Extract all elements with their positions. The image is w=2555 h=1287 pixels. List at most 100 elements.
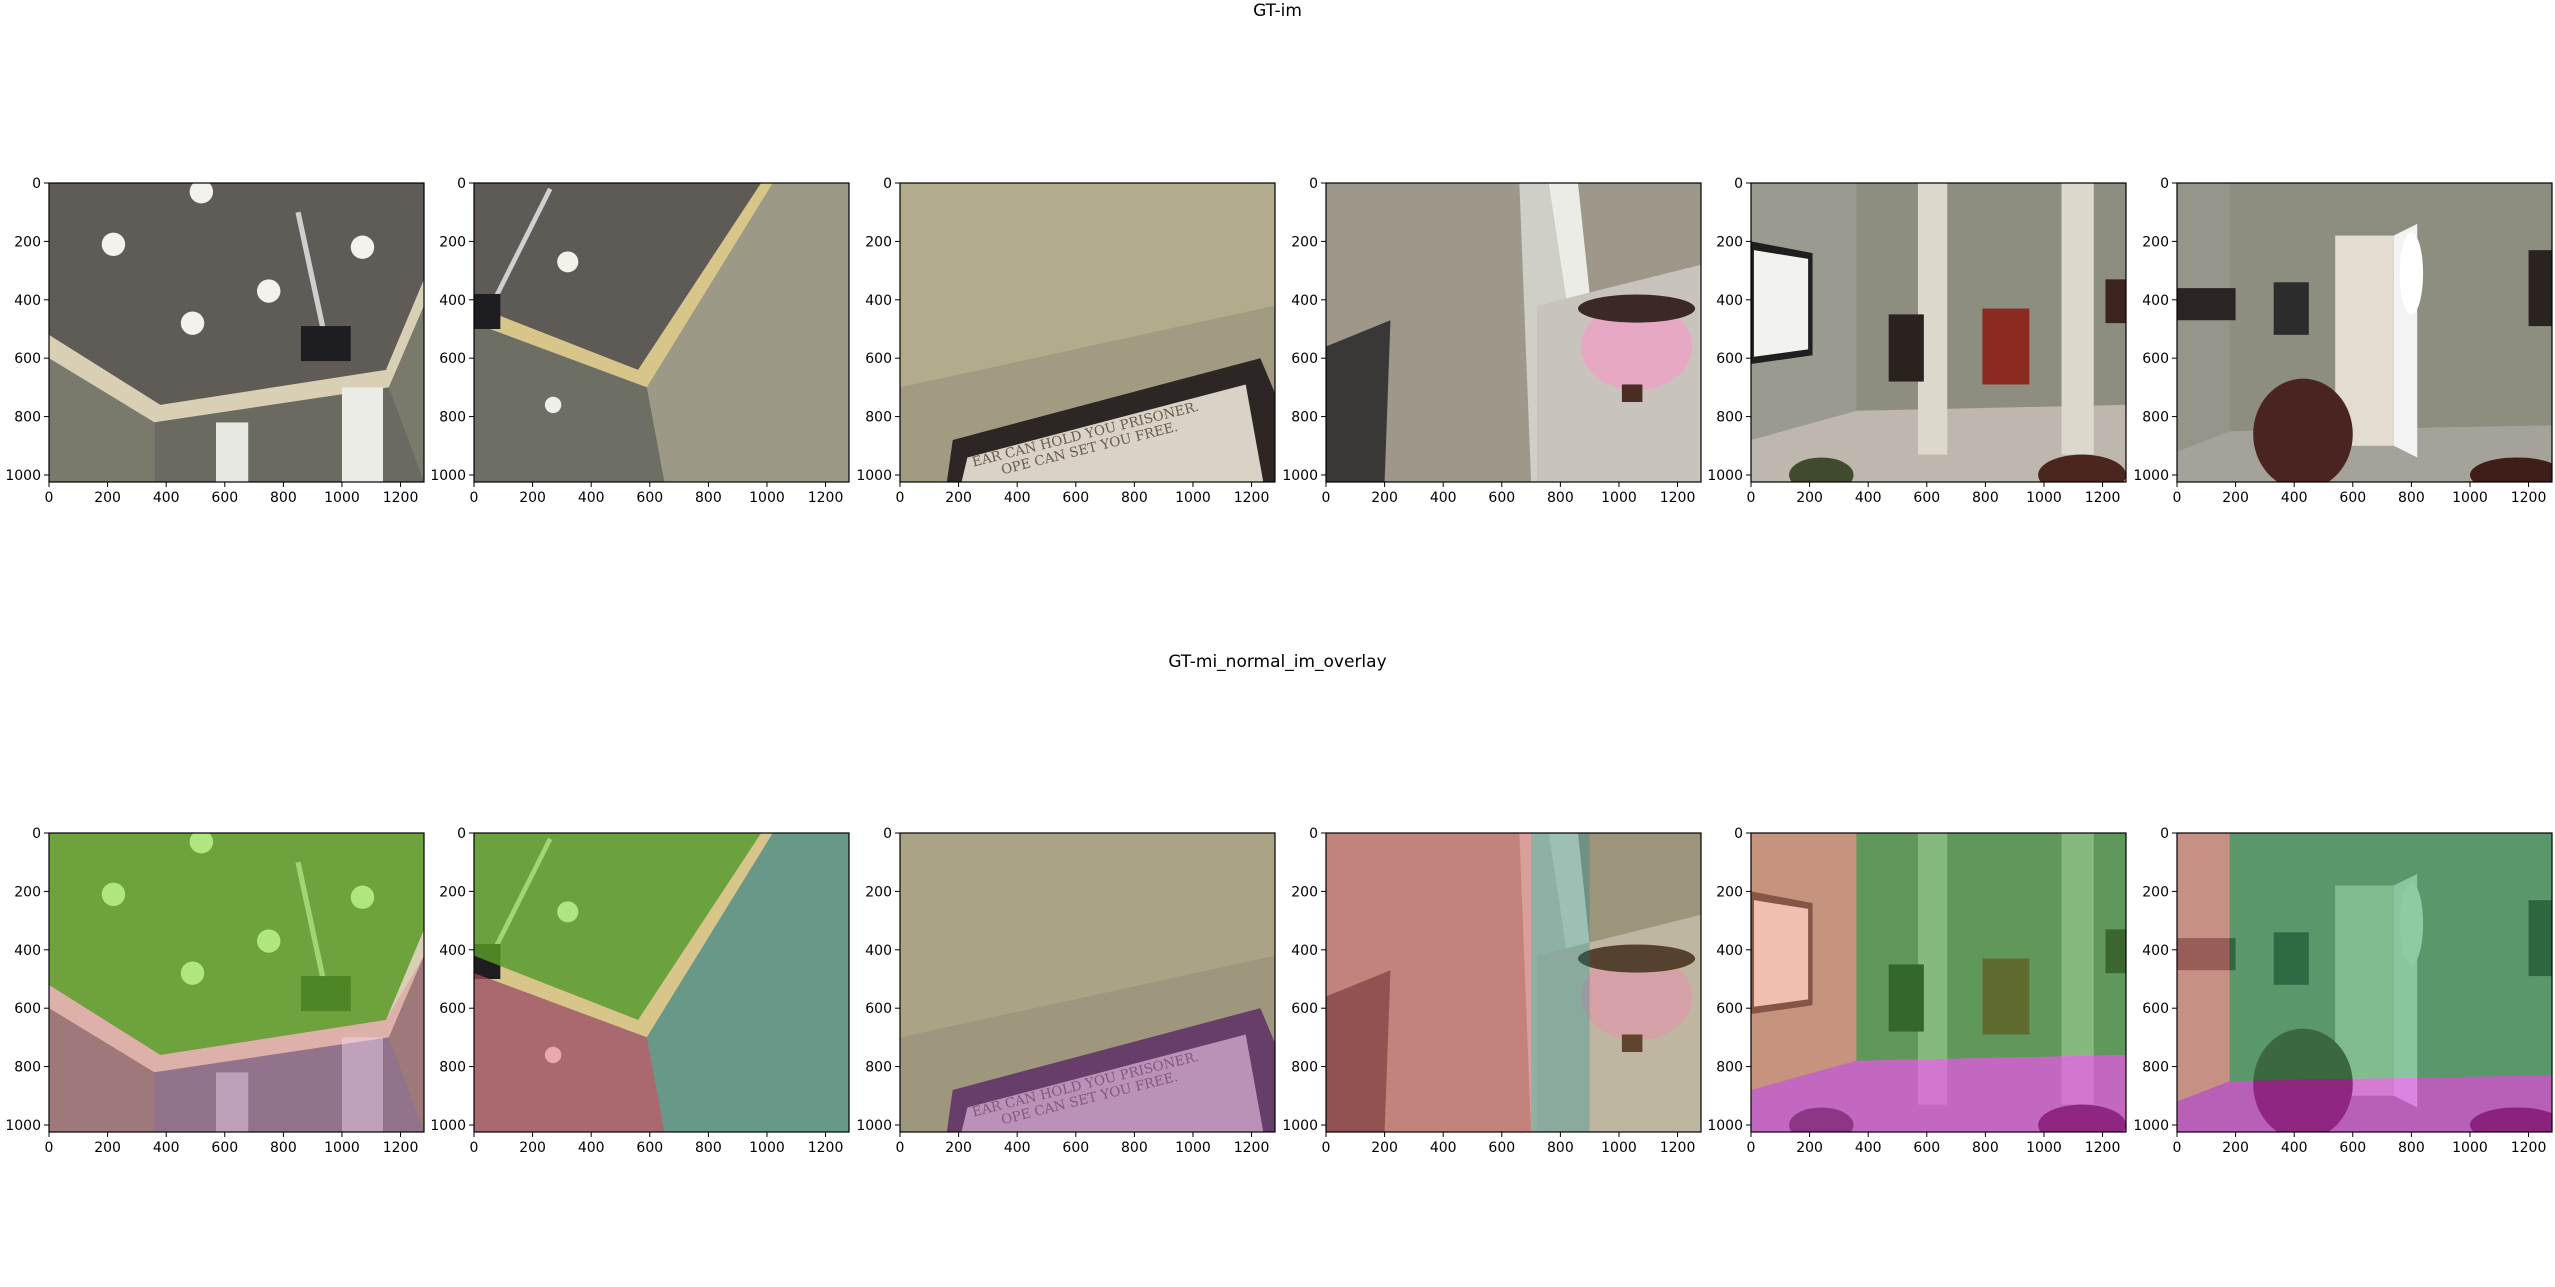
- x-tick-label: 0: [1747, 490, 1756, 506]
- y-tick-label: 600: [2142, 351, 2169, 367]
- x-tick-label: 200: [519, 490, 546, 506]
- y-tick-label: 400: [439, 293, 466, 309]
- y-tick-label: 600: [1716, 351, 1743, 367]
- x-tick-label: 1200: [808, 1140, 844, 1156]
- x-tick-label: 400: [578, 490, 605, 506]
- panel-2-1: 0 200 400 600 800 1000 1200 0 200 400 600 800 1000: [5, 826, 425, 1156]
- y-tick-label: 200: [2142, 884, 2169, 900]
- y-tick-label: 1000: [856, 468, 892, 484]
- x-tick-label: 1200: [2511, 490, 2547, 506]
- x-tick-label: 1200: [2085, 490, 2121, 506]
- x-tick-label: 600: [1488, 490, 1515, 506]
- y-tick-label: 800: [2142, 410, 2169, 426]
- y-tick-label: 400: [2142, 293, 2169, 309]
- panel-1-3: EAR CAN HOLD YOU PRISONER.OPE CAN SET YO…: [856, 176, 1276, 506]
- x-tick-label: 0: [470, 490, 479, 506]
- x-tick-label: 200: [945, 490, 972, 506]
- x-tick-label: 0: [470, 1140, 479, 1156]
- photo-wall-plaque: EAR CAN HOLD YOU PRISONER.OPE CAN SET YO…: [900, 183, 1275, 482]
- y-tick-label: 1000: [5, 468, 41, 484]
- x-tick-label: 800: [2398, 490, 2425, 506]
- y-tick-label: 1000: [1282, 1118, 1318, 1134]
- x-tick-label: 400: [1004, 490, 1031, 506]
- x-tick-label: 600: [2339, 490, 2366, 506]
- panel-2-3: EAR CAN HOLD YOU PRISONER.OPE CAN SET YO…: [856, 826, 1276, 1156]
- x-tick-label: 0: [45, 1140, 54, 1156]
- y-tick-label: 800: [439, 410, 466, 426]
- x-tick-label: 800: [1972, 490, 1999, 506]
- x-tick-label: 200: [94, 1140, 121, 1156]
- panel-1-4: 0 200 400 600 800 1000 1200 0 200 400 600 800 1000: [1282, 176, 1702, 506]
- y-tick-label: 400: [14, 943, 41, 959]
- photo-wall-sconce: [1326, 183, 1701, 482]
- x-tick-label: 600: [636, 490, 663, 506]
- x-tick-label: 1000: [749, 1140, 785, 1156]
- x-tick-label: 400: [153, 1140, 180, 1156]
- x-tick-label: 800: [270, 1140, 297, 1156]
- x-tick-label: 0: [2173, 1140, 2182, 1156]
- y-tick-label: 800: [439, 1060, 466, 1076]
- y-tick-label: 600: [2142, 1001, 2169, 1017]
- y-tick-label: 200: [14, 234, 41, 250]
- x-tick-label: 1000: [2452, 1140, 2488, 1156]
- photo-wall-sconce: [1326, 833, 1701, 1132]
- x-tick-label: 0: [1747, 1140, 1756, 1156]
- x-tick-label: 400: [1004, 1140, 1031, 1156]
- x-tick-label: 1000: [1175, 490, 1211, 506]
- y-tick-label: 200: [1716, 884, 1743, 900]
- y-tick-label: 0: [1734, 826, 1743, 842]
- y-tick-label: 1000: [1282, 468, 1318, 484]
- x-tick-label: 800: [270, 490, 297, 506]
- y-tick-label: 400: [1291, 293, 1318, 309]
- x-tick-label: 1000: [2026, 490, 2062, 506]
- y-tick-label: 400: [1716, 943, 1743, 959]
- y-tick-label: 600: [439, 351, 466, 367]
- photo-room-columns-posters: [1751, 833, 2126, 1132]
- y-tick-label: 200: [14, 884, 41, 900]
- panel-1-2: 0 200 400 600 800 1000 1200 0 200 400 600 800 1000: [430, 176, 850, 506]
- y-tick-label: 800: [865, 1060, 892, 1076]
- y-tick-label: 800: [1291, 410, 1318, 426]
- x-tick-label: 0: [45, 490, 54, 506]
- x-tick-label: 400: [153, 490, 180, 506]
- y-tick-label: 200: [439, 884, 466, 900]
- y-tick-label: 800: [2142, 1060, 2169, 1076]
- y-tick-label: 600: [865, 351, 892, 367]
- x-tick-label: 1200: [383, 1140, 419, 1156]
- y-tick-label: 0: [1734, 176, 1743, 192]
- x-tick-label: 200: [1371, 1140, 1398, 1156]
- x-tick-label: 600: [1062, 1140, 1089, 1156]
- y-tick-label: 1000: [1707, 1118, 1743, 1134]
- panel-1-5: 0 200 400 600 800 1000 1200 0 200 400 600 800 1000: [1707, 176, 2127, 506]
- x-tick-label: 1200: [383, 490, 419, 506]
- panel-1-1: 0 200 400 600 800 1000 1200 0 200 400 600 800 1000: [5, 176, 425, 506]
- x-tick-label: 200: [1796, 1140, 1823, 1156]
- y-tick-label: 0: [883, 826, 892, 842]
- x-tick-label: 600: [211, 490, 238, 506]
- panel-2-2: 0 200 400 600 800 1000 1200 0 200 400 600 800 1000: [430, 826, 850, 1156]
- y-tick-label: 200: [865, 234, 892, 250]
- y-tick-label: 400: [14, 293, 41, 309]
- normal-overlay-region: [1856, 833, 2126, 1061]
- y-tick-label: 0: [32, 176, 41, 192]
- y-tick-label: 200: [439, 234, 466, 250]
- normal-overlay-region: [1751, 833, 1857, 1090]
- x-tick-label: 400: [578, 1140, 605, 1156]
- y-tick-label: 200: [865, 884, 892, 900]
- y-tick-label: 200: [2142, 234, 2169, 250]
- y-tick-label: 800: [1716, 410, 1743, 426]
- y-tick-label: 0: [1309, 176, 1318, 192]
- x-tick-label: 1000: [2452, 490, 2488, 506]
- photo-ceiling-projector: [49, 833, 424, 1132]
- x-tick-label: 1000: [749, 490, 785, 506]
- photo-room-columns-posters: [1751, 183, 2126, 482]
- normal-overlay-region: [2177, 1075, 2552, 1132]
- panel-2-4: 0 200 400 600 800 1000 1200 0 200 400 600 800 1000: [1282, 826, 1702, 1156]
- normal-overlay-region: [1589, 833, 1701, 1132]
- y-tick-label: 600: [865, 1001, 892, 1017]
- x-tick-label: 400: [1430, 490, 1457, 506]
- y-tick-label: 600: [439, 1001, 466, 1017]
- x-tick-label: 1200: [1234, 1140, 1270, 1156]
- y-tick-label: 1000: [430, 468, 466, 484]
- y-tick-label: 0: [32, 826, 41, 842]
